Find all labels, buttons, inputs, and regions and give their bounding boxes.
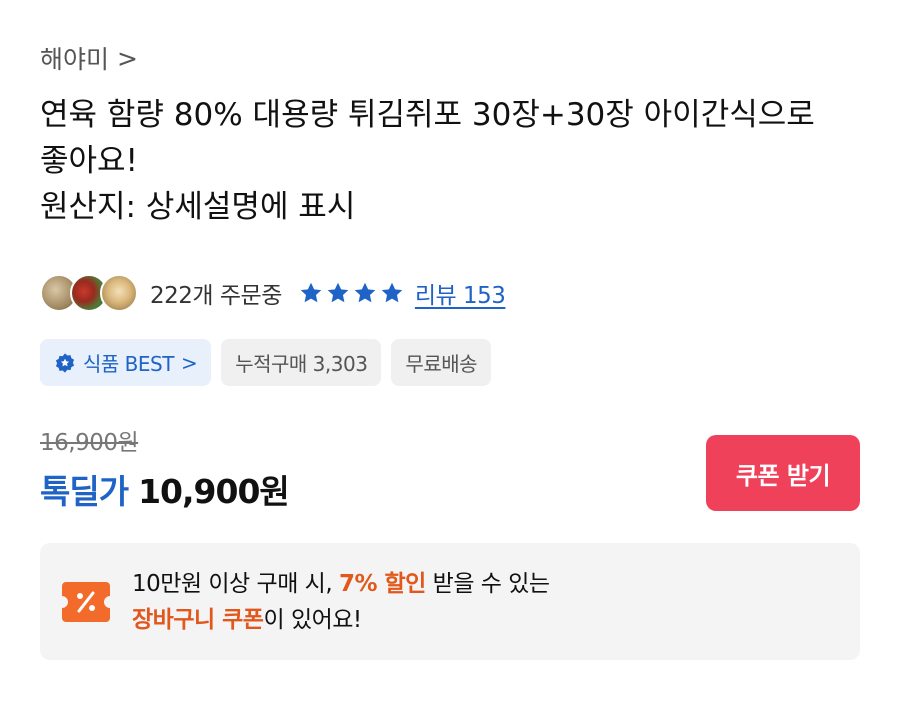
product-origin-line: 원산지: 상세설명에 표시 [40, 189, 356, 225]
promo-text: 이 있어요! [263, 606, 362, 633]
order-count: 222개 주문중 [150, 283, 282, 309]
star-icon [354, 282, 376, 303]
coupon-percent-icon [62, 581, 110, 622]
cumulative-purchase-badge: 누적구매 3,303 [221, 339, 382, 386]
cart-coupon-banner[interactable]: 10만원 이상 구매 시, 7% 할인 받을 수 있는 장바구니 쿠폰이 있어요… [40, 543, 860, 660]
promo-line-2: 장바구니 쿠폰이 있어요! [132, 602, 550, 638]
deal-label: 톡딜가 [40, 472, 129, 511]
deal-price: 10,900원 [138, 472, 290, 511]
get-coupon-button[interactable]: 쿠폰 받기 [706, 435, 860, 511]
star-icon [381, 282, 403, 303]
star-icon [327, 282, 349, 303]
category-best-badge[interactable]: 식품 BEST > [40, 339, 212, 386]
deal-price-row: 톡딜가 10,900원 [40, 465, 290, 513]
chevron-right-icon: > [117, 43, 138, 73]
free-shipping-badge: 무료배송 [391, 339, 492, 386]
seller-name: 해야미 [40, 45, 110, 74]
review-link[interactable]: 리뷰 153 [415, 276, 506, 310]
chevron-right-icon: > [180, 350, 198, 375]
avatar [100, 274, 138, 312]
social-proof-row: 222개 주문중 리뷰 153 [40, 270, 506, 316]
product-title: 연육 함량 80% 대용량 튀김쥐포 30장+30장 아이간식으로 좋아요! 원… [40, 92, 870, 230]
rating-stars [298, 280, 405, 306]
promo-message: 10만원 이상 구매 시, 7% 할인 받을 수 있는 장바구니 쿠폰이 있어요… [132, 566, 550, 638]
promo-coupon-highlight: 장바구니 쿠폰 [132, 606, 264, 633]
promo-text: 10만원 이상 구매 시, [132, 570, 339, 597]
badge-row: 식품 BEST > 누적구매 3,303 무료배송 [40, 339, 492, 386]
original-price: 16,900원 [40, 430, 139, 456]
promo-discount-highlight: 7% 할인 [338, 570, 426, 597]
best-badge-label: 식품 BEST [83, 352, 174, 376]
promo-line-1: 10만원 이상 구매 시, 7% 할인 받을 수 있는 [132, 566, 550, 602]
buyer-avatars [40, 274, 138, 312]
product-title-line: 연육 함량 80% 대용량 튀김쥐포 30장+30장 아이간식으로 [40, 97, 815, 133]
star-icon [300, 282, 322, 303]
seller-link[interactable]: 해야미 > [40, 40, 138, 76]
promo-text: 받을 수 있는 [425, 570, 550, 597]
product-title-line: 좋아요! [40, 143, 138, 179]
best-badge-icon [55, 352, 75, 373]
